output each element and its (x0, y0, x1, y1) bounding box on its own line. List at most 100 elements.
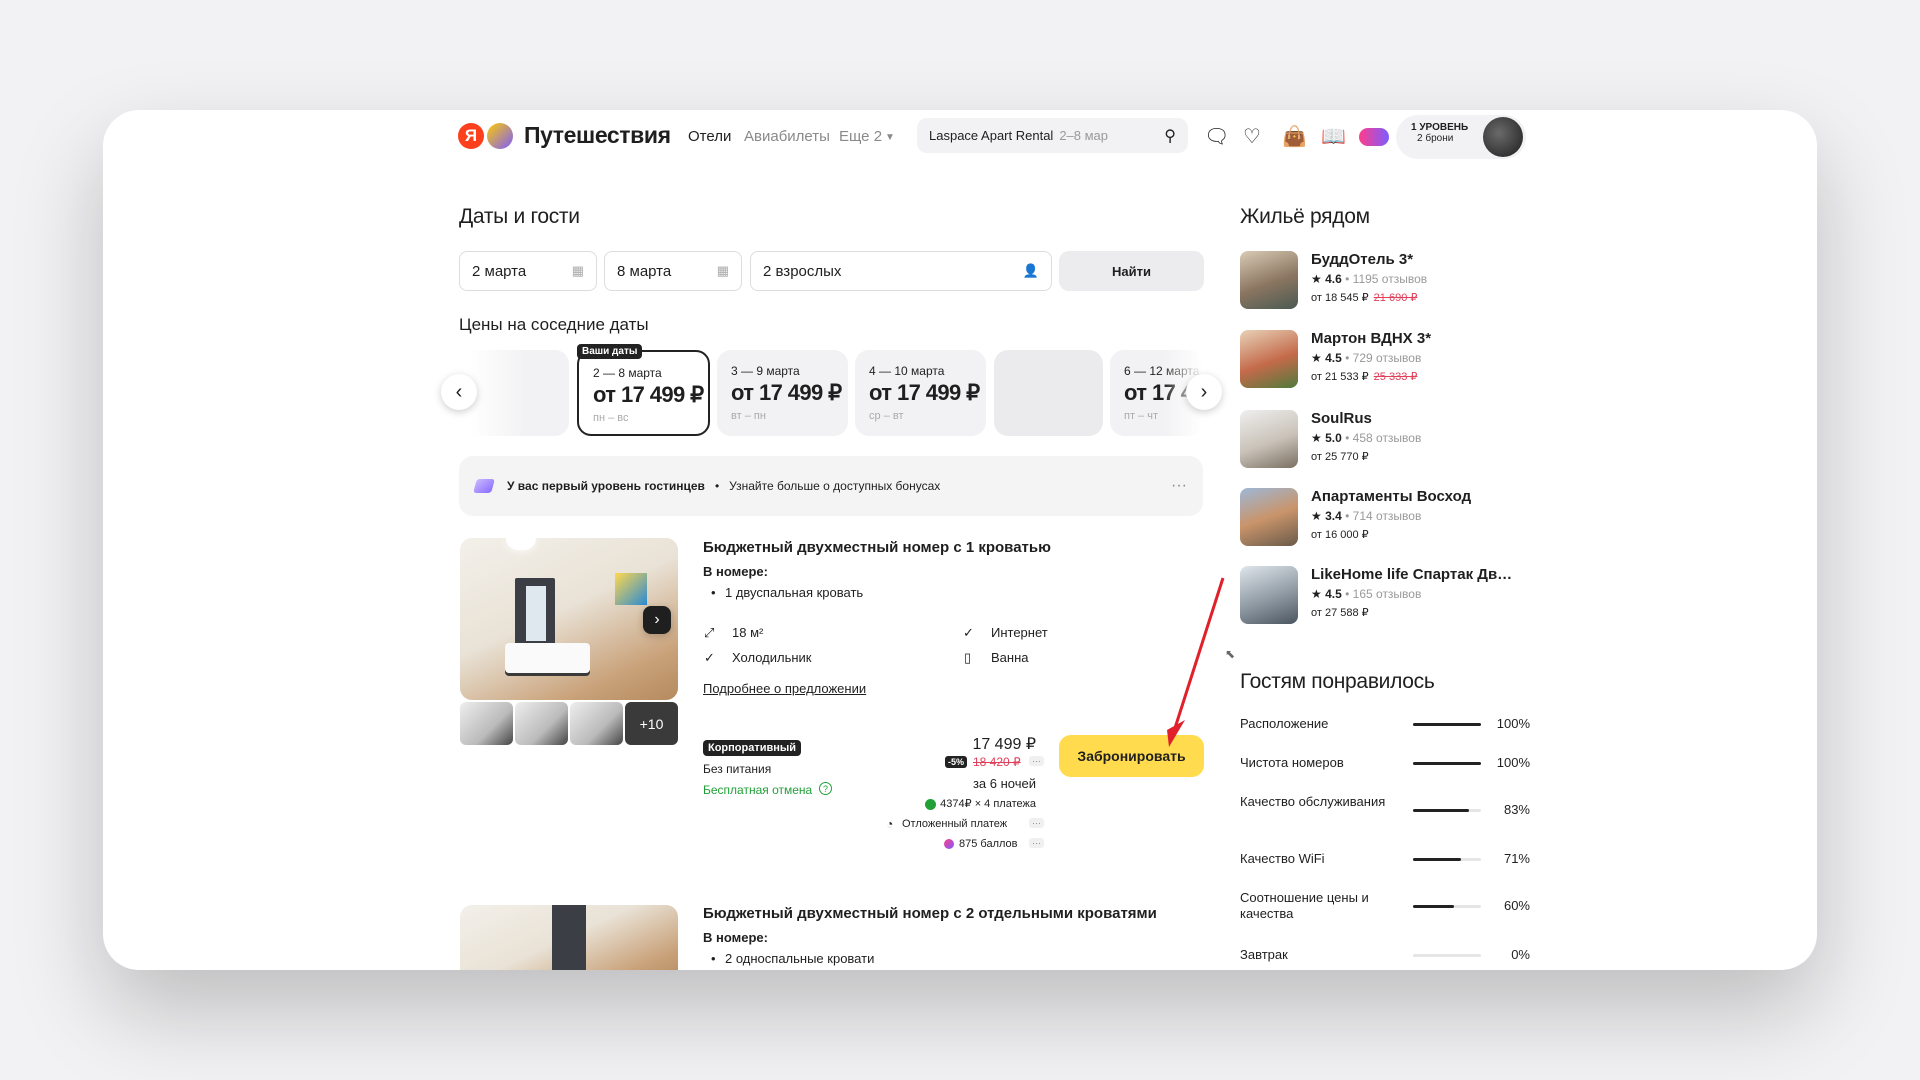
hotel-name: LikeHome life Спартак Дв… (1311, 566, 1513, 583)
hotel-price-row: от 27 588 ₽ (1311, 606, 1369, 619)
check-icon: ✓ (704, 650, 715, 665)
loyalty-banner[interactable]: У вас первый уровень гостинцев • Узнайте… (459, 456, 1203, 516)
metric-bar (1413, 954, 1481, 957)
globe-logo-icon (487, 122, 513, 149)
date-card[interactable]: 3 — 9 марта от 17 499 ₽ вт – пн (717, 350, 848, 436)
nav-more[interactable]: Еще 2 (839, 128, 882, 145)
metric-row: Качество WiFi 71% (1240, 851, 1530, 891)
heart-icon[interactable]: ♡ (1243, 124, 1261, 149)
metric-value: 100% (1496, 716, 1530, 731)
nearby-hotel[interactable]: БуддОтель 3* ★ 4.6 • 1195 отзывов от 18 … (1240, 251, 1500, 311)
metric-value: 100% (1496, 755, 1530, 770)
offer-details-link[interactable]: Подробнее о предложении (703, 681, 866, 696)
room-photo[interactable] (460, 905, 678, 970)
date-card-selected[interactable]: 2 — 8 марта от 17 499 ₽ пн – вс (577, 350, 710, 436)
yandex-logo-icon: Я (458, 122, 484, 149)
prev-dates-button[interactable]: ‹ (441, 374, 477, 410)
info-dots-icon[interactable]: ··· (1029, 818, 1044, 828)
nearby-hotel[interactable]: LikeHome life Спартак Дв… ★ 4.5 • 165 от… (1240, 566, 1512, 626)
curtain (552, 905, 586, 970)
metric-bar-fill (1413, 762, 1481, 765)
metric-value: 71% (1503, 851, 1530, 866)
bath-icon: ▯ (964, 650, 972, 665)
checkin-field[interactable]: 2 марта ▦ (459, 251, 597, 291)
nearby-hotel[interactable]: SoulRus ★ 5.0 • 458 отзывов от 25 770 ₽ (1240, 410, 1500, 470)
chat-icon[interactable]: 🗨 (1204, 124, 1229, 149)
metric-bar-fill (1413, 858, 1462, 861)
metric-value: 60% (1503, 898, 1530, 913)
amenity-bath: Ванна (991, 650, 1029, 665)
room-photo[interactable]: › (460, 538, 678, 700)
avatar[interactable] (1483, 117, 1523, 157)
metric-bar-fill (1413, 905, 1454, 908)
date-range: 2 — 8 марта (593, 366, 662, 380)
hotel-old-price: 21 690 ₽ (1373, 292, 1418, 304)
chevron-right-icon: › (1200, 380, 1208, 403)
next-dates-button[interactable]: › (1186, 374, 1222, 410)
metric-row: Чистота номеров 100% (1240, 755, 1530, 795)
question-icon[interactable]: ? (819, 782, 832, 795)
hotel-rating-row: ★ 4.5 • 729 отзывов (1311, 351, 1422, 365)
date-days: вт – пн (731, 410, 766, 422)
checkout-field[interactable]: 8 марта ▦ (604, 251, 742, 291)
metric-row: Расположение 100% (1240, 716, 1530, 756)
check-icon: ✓ (963, 625, 974, 640)
nearby-title: Жильё рядом (1240, 205, 1370, 228)
hotel-price-row: от 25 770 ₽ (1311, 450, 1369, 463)
date-card-empty[interactable] (994, 350, 1103, 436)
plus-points-icon[interactable] (1359, 128, 1389, 146)
room-thumbnail[interactable] (570, 702, 623, 745)
date-range: 4 — 10 марта (869, 364, 945, 378)
expand-icon: ⤢ (704, 625, 715, 640)
hotel-rating: 4.6 (1325, 272, 1342, 286)
guests-field[interactable]: 2 взрослых 👤 (750, 251, 1052, 291)
hotel-price: от 18 545 ₽ (1311, 292, 1369, 304)
date-days: пн – вс (593, 412, 629, 424)
nearby-hotel[interactable]: Мартон ВДНХ 3* ★ 4.5 • 729 отзывов от 21… (1240, 330, 1500, 390)
hotel-price-row: от 18 545 ₽ 21 690 ₽ (1311, 291, 1417, 304)
photo-next-button[interactable]: › (643, 606, 671, 634)
dates-title: Даты и гости (459, 205, 580, 228)
room-title[interactable]: Бюджетный двухместный номер с 2 отдельны… (703, 905, 1157, 922)
meal-info: Без питания (703, 762, 772, 776)
search-input[interactable]: Laspace Apart Rental 2–8 мар ⚲ (917, 118, 1188, 153)
date-card[interactable]: 4 — 10 марта от 17 499 ₽ ср – вт (855, 350, 986, 436)
find-button[interactable]: Найти (1059, 251, 1204, 291)
dot-separator: • (714, 479, 720, 493)
hotel-rating-row: ★ 4.5 • 165 отзывов (1311, 587, 1422, 601)
room-area: 18 м² (732, 625, 764, 640)
banner-more-text[interactable]: Узнайте больше о доступных бонусах (729, 479, 940, 493)
amenity-internet: Интернет (991, 625, 1048, 640)
info-dots-icon[interactable]: ··· (1029, 756, 1044, 766)
book-icon[interactable]: 📖 (1321, 124, 1346, 149)
search-hotel-text: Laspace Apart Rental (929, 128, 1054, 143)
nav-hotels[interactable]: Отели (688, 128, 731, 145)
room-thumbnail[interactable] (460, 702, 513, 745)
hotel-reviews: 729 отзывов (1352, 351, 1422, 365)
free-cancel-link[interactable]: Бесплатная отмена (703, 783, 812, 797)
tariff-badge: Корпоративный (703, 740, 802, 756)
nearby-hotel[interactable]: Апартаменты Восход ★ 3.4 • 714 отзывов о… (1240, 488, 1500, 548)
metric-bar (1413, 905, 1481, 908)
info-dots-icon[interactable]: ··· (1029, 838, 1044, 848)
metric-label: Расположение (1240, 716, 1329, 731)
more-dots-icon[interactable]: ··· (1171, 477, 1187, 495)
bullet: • (711, 585, 716, 600)
checkin-value: 2 марта (472, 262, 527, 280)
bag-icon[interactable]: 👜 (1282, 124, 1307, 149)
split-pay-icon (925, 799, 936, 810)
room-thumbnail[interactable] (515, 702, 568, 745)
more-photos-button[interactable]: +10 (625, 702, 678, 745)
metric-label: Чистота номеров (1240, 755, 1344, 770)
room-title[interactable]: Бюджетный двухместный номер с 1 кроватью (703, 539, 1051, 556)
metric-row: Завтрак 0% (1240, 947, 1530, 967)
bed-type: 2 односпальные кровати (725, 951, 875, 966)
search-icon[interactable]: ⚲ (1164, 126, 1176, 146)
nav-flights[interactable]: Авиабилеты (744, 128, 830, 145)
metric-bar (1413, 762, 1481, 765)
logo[interactable]: Я Путешествия (458, 122, 671, 149)
in-room-label: В номере: (703, 930, 768, 945)
hotel-price: от 16 000 ₽ (1311, 529, 1369, 541)
hotel-rating: 4.5 (1325, 351, 1342, 365)
hotel-rating-row: ★ 5.0 • 458 отзывов (1311, 431, 1422, 445)
